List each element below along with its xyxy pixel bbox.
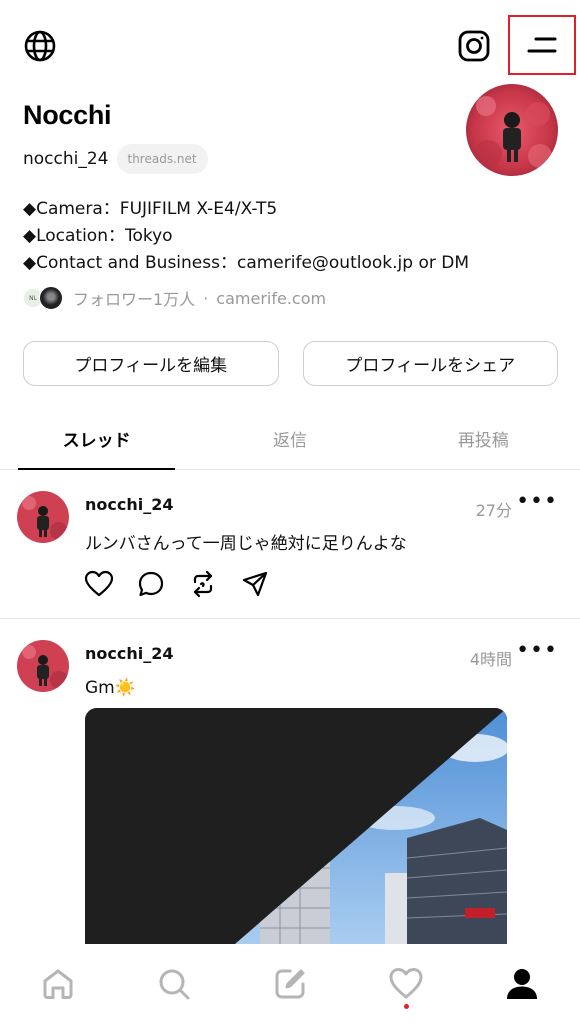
post-avatar[interactable]: [17, 640, 69, 692]
post-time: 4時間: [469, 650, 512, 669]
comment-icon[interactable]: [136, 569, 166, 599]
bottom-navigation: [0, 944, 580, 1024]
home-icon: [43, 969, 73, 999]
tab-replies[interactable]: 返信: [193, 408, 386, 469]
heart-icon[interactable]: [84, 569, 114, 599]
followers-row: NL フォロワー1万人 · camerife.com: [23, 286, 326, 310]
thread-post: nocchi_24 27分 ••• ルンバさんって一周じゃ絶対に足りんよな: [0, 471, 580, 619]
nav-compose[interactable]: [232, 944, 348, 1024]
handle-row: nocchi_24 threads.net: [23, 144, 208, 174]
share-icon[interactable]: [240, 569, 270, 599]
domain-badge[interactable]: threads.net: [116, 144, 208, 174]
profile-name: Nocchi: [23, 100, 112, 130]
post-avatar[interactable]: [17, 491, 69, 543]
profile-icon: [507, 969, 537, 999]
post-photo[interactable]: [85, 708, 507, 944]
post-text: Gm☀️: [85, 678, 136, 698]
follower-avatars: NL: [23, 286, 65, 310]
separator: ·: [203, 288, 209, 308]
notification-dot: [403, 1004, 409, 1009]
nav-activity[interactable]: [348, 944, 464, 1024]
follower-avatar-2: [39, 286, 63, 310]
globe-icon[interactable]: [18, 24, 62, 68]
profile-bio: ◆Camera：FUJIFILM X-E4/X-T5 ◆Location：Tok…: [23, 196, 469, 277]
top-bar: [0, 0, 580, 90]
more-options-icon[interactable]: •••: [516, 638, 558, 663]
search-icon: [159, 969, 190, 1000]
post-username[interactable]: nocchi_24: [85, 495, 174, 514]
tab-threads[interactable]: スレッド: [0, 408, 193, 470]
repost-icon[interactable]: [188, 569, 218, 599]
post-time: 27分: [475, 501, 512, 520]
instagram-icon[interactable]: [452, 24, 496, 68]
profile-avatar[interactable]: [466, 84, 558, 176]
edit-profile-button[interactable]: プロフィールを編集: [23, 341, 279, 386]
post-actions: [84, 569, 270, 599]
nav-search[interactable]: [116, 944, 232, 1024]
bio-line-contact: ◆Contact and Business：camerife@outlook.j…: [23, 253, 469, 273]
followers-count[interactable]: フォロワー1万人: [73, 286, 195, 310]
post-username[interactable]: nocchi_24: [85, 644, 174, 663]
more-options-icon[interactable]: •••: [516, 489, 558, 514]
bio-line-location: ◆Location：Tokyo: [23, 226, 173, 246]
tab-reposts[interactable]: 再投稿: [387, 408, 580, 469]
post-text: ルンバさんって一周じゃ絶対に足りんよな: [85, 534, 407, 554]
nav-profile[interactable]: [464, 944, 580, 1024]
profile-actions: プロフィールを編集 プロフィールをシェア: [23, 341, 558, 386]
menu-icon[interactable]: [508, 15, 576, 75]
compose-icon: [275, 969, 305, 999]
profile-tabs: スレッド 返信 再投稿: [0, 408, 580, 470]
nav-home[interactable]: [0, 944, 116, 1024]
bio-line-camera: ◆Camera：FUJIFILM X-E4/X-T5: [23, 199, 278, 219]
thread-post: nocchi_24 4時間 ••• Gm☀️: [0, 620, 580, 944]
profile-link[interactable]: camerife.com: [216, 289, 326, 308]
share-profile-button[interactable]: プロフィールをシェア: [302, 341, 558, 386]
activity-icon: [389, 968, 423, 999]
profile-handle: nocchi_24: [23, 149, 109, 169]
